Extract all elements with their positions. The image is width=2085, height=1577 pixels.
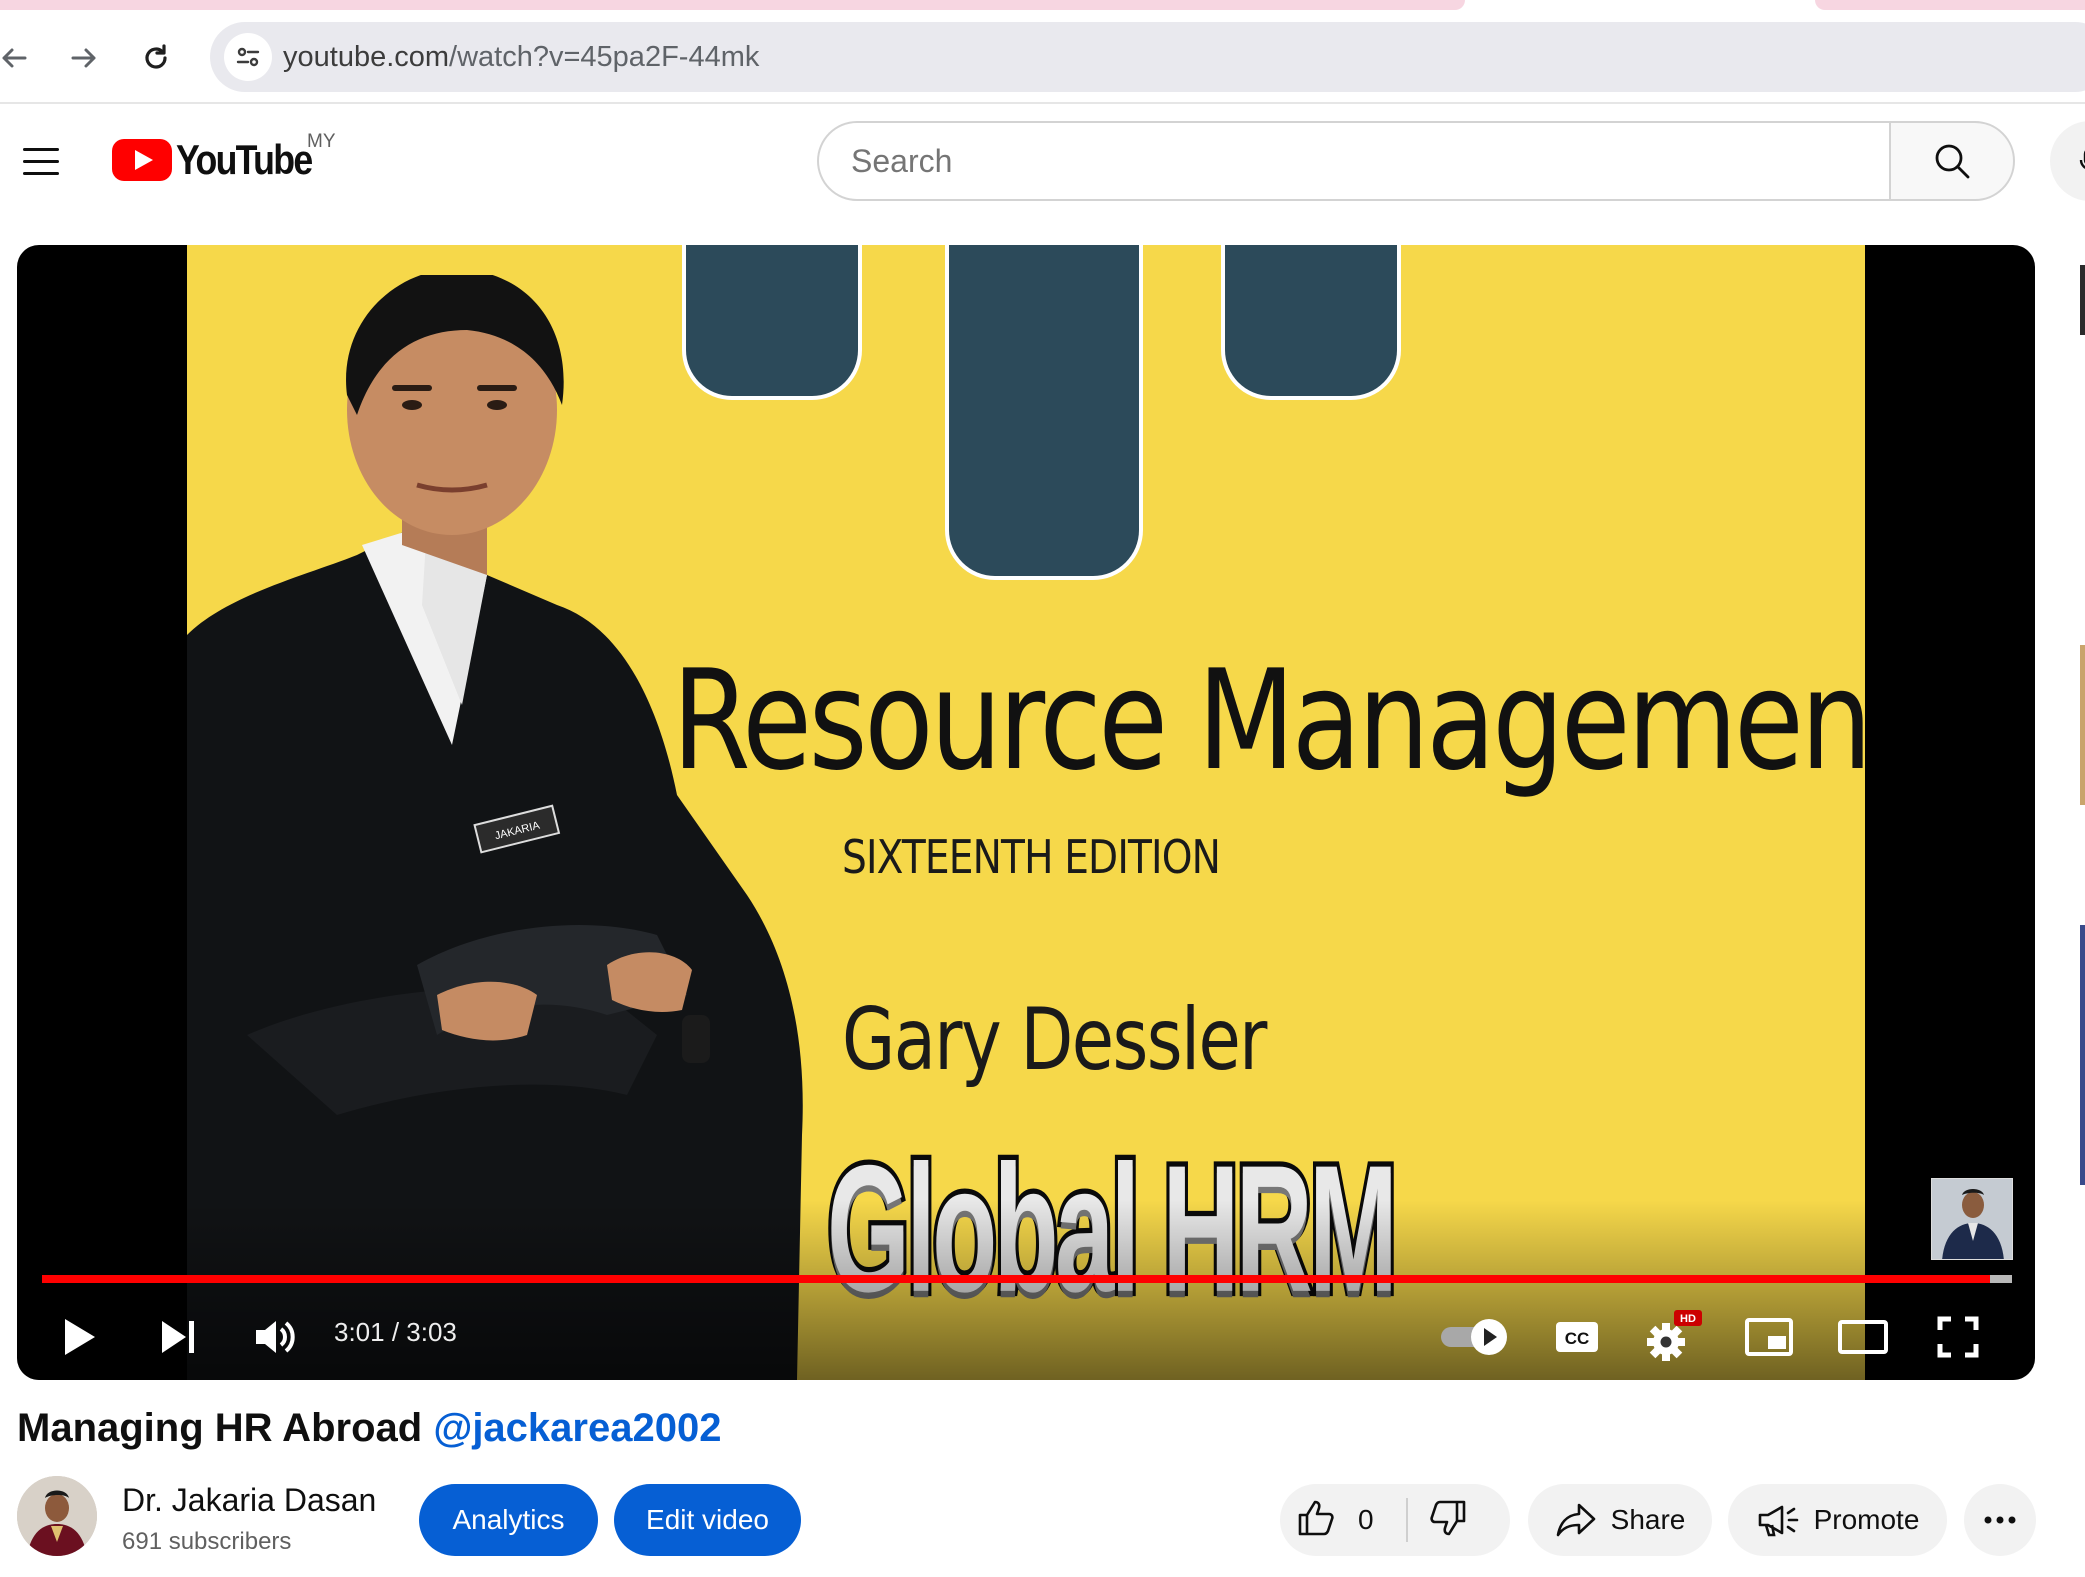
thumbs-up-icon [1298, 1500, 1334, 1536]
analytics-button[interactable]: Analytics [419, 1484, 598, 1556]
more-actions-button[interactable] [1964, 1484, 2036, 1556]
subscriber-count: 691 subscribers [122, 1528, 292, 1555]
address-bar[interactable]: youtube.com/watch?v=45pa2F-44mk [210, 22, 2085, 92]
video-title: Managing HR Abroad @jackarea2002 [17, 1406, 721, 1451]
progress-buffered [1990, 1275, 2012, 1283]
end-screen-thumbnail[interactable] [1931, 1178, 2013, 1260]
edit-video-button[interactable]: Edit video [614, 1484, 801, 1556]
search-box[interactable] [817, 121, 1891, 201]
reload-icon[interactable] [134, 36, 178, 80]
voice-search-button[interactable] [2050, 121, 2085, 201]
slide-graphic-block [945, 245, 1143, 580]
captions-button[interactable]: CC [1547, 1307, 1607, 1367]
captions-icon: CC [1556, 1322, 1598, 1352]
slide-graphic-block [1221, 245, 1401, 400]
browser-tab[interactable] [1815, 0, 2085, 10]
progress-bar[interactable] [42, 1275, 2012, 1283]
back-icon[interactable] [0, 36, 36, 80]
like-dislike-group: 0 [1280, 1484, 1510, 1556]
play-button[interactable] [49, 1307, 109, 1367]
share-label: Share [1610, 1504, 1686, 1535]
share-icon [1556, 1503, 1595, 1537]
sidebar-edge [2078, 265, 2085, 1375]
miniplayer-icon [1745, 1318, 1793, 1356]
search-button[interactable] [1889, 121, 2015, 201]
progress-played [42, 1275, 1990, 1283]
youtube-logo[interactable]: YouTube [112, 135, 335, 185]
next-button[interactable] [148, 1307, 208, 1367]
active-tab[interactable] [0, 0, 1465, 10]
volume-button[interactable] [245, 1307, 305, 1367]
search-input[interactable] [851, 143, 1751, 180]
controls-gradient [17, 1200, 2035, 1380]
thumbs-down-icon [1430, 1500, 1466, 1536]
next-icon [162, 1321, 194, 1353]
country-code: MY [307, 131, 336, 152]
logo-text: YouTube [176, 136, 313, 183]
dislike-button[interactable] [1428, 1498, 1468, 1542]
volume-icon [256, 1321, 295, 1353]
site-info-icon[interactable] [224, 33, 272, 81]
promote-label: Promote [1813, 1504, 1920, 1535]
microphone-icon [2079, 150, 2085, 169]
svg-text:CC: CC [1565, 1329, 1590, 1348]
url-host: youtube.com [283, 41, 450, 73]
theater-icon [1838, 1320, 1888, 1354]
promote-button[interactable]: Promote [1728, 1484, 1947, 1556]
miniplayer-button[interactable] [1739, 1307, 1799, 1367]
megaphone-icon [1758, 1505, 1798, 1537]
autoplay-toggle[interactable] [1437, 1311, 1515, 1363]
like-divider [1406, 1498, 1408, 1542]
share-button[interactable]: Share [1528, 1484, 1712, 1556]
avatar[interactable] [17, 1476, 97, 1556]
hd-badge: HD [1680, 1313, 1696, 1325]
search-icon [1935, 144, 1970, 179]
gear-icon: HD [1647, 1310, 1702, 1361]
video-title-text: Managing HR Abroad [17, 1406, 423, 1450]
menu-icon[interactable] [18, 139, 64, 185]
fullscreen-button[interactable] [1928, 1307, 1988, 1367]
youtube-play-icon [112, 139, 172, 181]
time-display: 3:01 / 3:03 [334, 1317, 457, 1347]
like-button[interactable] [1296, 1498, 1336, 1542]
browser-toolbar: youtube.com/watch?v=45pa2F-44mk [0, 12, 2085, 104]
url-text[interactable]: youtube.com/watch?v=45pa2F-44mk [283, 41, 759, 74]
screen: youtube.com/watch?v=45pa2F-44mk YouTube … [0, 0, 2085, 1577]
settings-button[interactable]: HD [1639, 1305, 1707, 1369]
url-path: /watch?v=45pa2F-44mk [449, 41, 760, 73]
play-icon [65, 1319, 95, 1355]
masthead: YouTube MY [0, 105, 2085, 225]
autoplay-icon [1441, 1319, 1507, 1355]
channel-handle-link[interactable]: @jackarea2002 [433, 1406, 721, 1450]
forward-icon[interactable] [62, 36, 106, 80]
tab-strip [0, 0, 2085, 12]
channel-name[interactable]: Dr. Jakaria Dasan [122, 1482, 376, 1519]
video-player[interactable]: Resource Management SIXTEENTH EDITION Ga… [17, 245, 2035, 1380]
like-count: 0 [1358, 1504, 1374, 1535]
fullscreen-icon [1937, 1316, 1979, 1358]
more-icon [1984, 1516, 2016, 1524]
theater-mode-button[interactable] [1832, 1307, 1894, 1367]
